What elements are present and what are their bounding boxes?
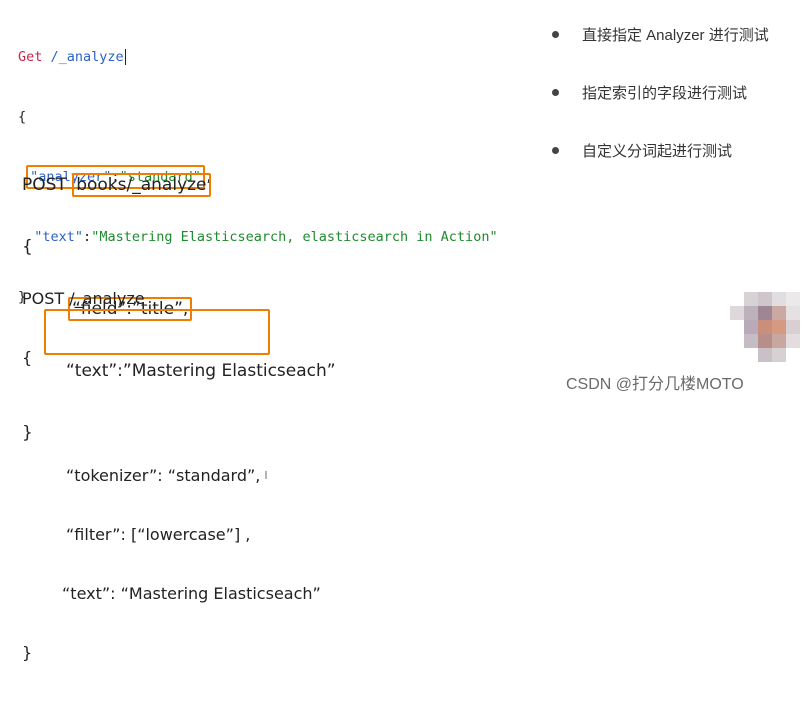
bullet-icon — [552, 30, 559, 38]
bullet-item: 直接指定 Analyzer 进行测试 — [552, 24, 769, 44]
text-line: “text”: “Mastering Elasticseach” — [62, 584, 321, 603]
tokenizer-filter-highlight-box — [44, 309, 270, 355]
console-request-custom: POST /_analyze { “tokenizer”: “standard”… — [22, 250, 321, 720]
bullet-icon — [552, 146, 559, 154]
bullet-text: 自定义分词起进行测试 — [582, 142, 733, 160]
ibeam-cursor-icon: I — [264, 469, 268, 482]
close-brace: } — [22, 643, 33, 662]
request-path: books/_analyze — [76, 175, 207, 195]
bullet-list: 直接指定 Analyzer 进行测试 指定索引的字段进行测试 自定义分词起进行测… — [552, 24, 769, 198]
request-path: /_analyze — [50, 49, 124, 65]
filter-line: “filter”: [“lowercase”] , — [66, 525, 251, 544]
bullet-text: 直接指定 Analyzer 进行测试 — [582, 26, 769, 44]
slide: Get /_analyze { "analyzer":"standard", "… — [0, 0, 810, 662]
http-method: Get — [18, 49, 43, 65]
text-cursor — [124, 49, 126, 65]
open-brace: { — [18, 109, 27, 125]
tokenizer-line: “tokenizer”: “standard”, — [66, 466, 261, 485]
bullet-text: 指定索引的字段进行测试 — [582, 84, 748, 102]
bullet-item: 自定义分词起进行测试 — [552, 140, 769, 160]
index-path-highlight-box: books/_analyze — [72, 173, 211, 197]
request-line: POST /_analyze — [22, 289, 145, 308]
bullet-item: 指定索引的字段进行测试 — [552, 82, 769, 102]
http-method: POST — [22, 175, 67, 195]
bullet-icon — [552, 88, 559, 96]
watermark: CSDN @打分几楼MOTO — [566, 376, 744, 393]
